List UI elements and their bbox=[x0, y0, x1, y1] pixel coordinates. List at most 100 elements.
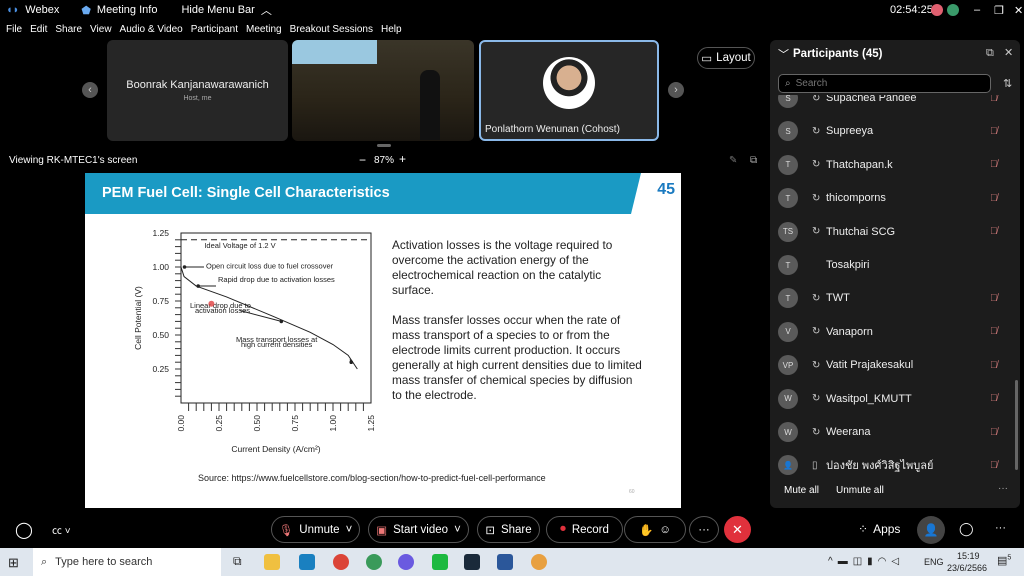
mic-muted-icon[interactable]: 🎙̸ bbox=[990, 360, 998, 371]
file-explorer-icon[interactable] bbox=[264, 554, 280, 570]
hide-menu-bar-button[interactable]: Hide Menu Bar bbox=[181, 4, 254, 16]
apps-button[interactable]: ⁘ Apps bbox=[858, 522, 900, 536]
meeting-info-button[interactable]: Meeting Info bbox=[97, 4, 158, 16]
raise-hand-reactions-button[interactable]: ✋ ☺ bbox=[624, 516, 686, 543]
restore-button[interactable]: ❐ bbox=[994, 4, 1004, 17]
unmute-button[interactable]: 🎙 Unmute ˅ bbox=[271, 516, 360, 543]
mic-muted-icon[interactable]: 🎙̸ bbox=[990, 326, 998, 337]
reactions-icon[interactable]: ◯ bbox=[15, 520, 33, 540]
menu-file[interactable]: File bbox=[6, 24, 22, 35]
mic-muted-icon[interactable]: 🎙̸ bbox=[990, 460, 998, 471]
more-button[interactable]: ··· bbox=[689, 516, 719, 543]
video-tile-room[interactable] bbox=[292, 40, 474, 141]
task-view-icon[interactable]: ⧉ bbox=[233, 554, 242, 569]
menu-share[interactable]: Share bbox=[55, 24, 82, 35]
leave-button[interactable]: ✕ bbox=[724, 516, 751, 543]
mic-muted-icon[interactable]: 🎙̸ bbox=[990, 159, 998, 170]
prev-videos-button[interactable]: ‹ bbox=[82, 82, 98, 98]
minimize-button[interactable]: – bbox=[974, 4, 980, 16]
pop-out-panel-icon[interactable]: ⧉ bbox=[986, 47, 994, 60]
mic-muted-icon[interactable]: 🎙̸ bbox=[990, 293, 998, 304]
next-videos-button[interactable]: › bbox=[668, 82, 684, 98]
menu-breakout[interactable]: Breakout Sessions bbox=[290, 24, 373, 35]
app-icon[interactable] bbox=[531, 554, 547, 570]
collapse-icon[interactable]: ﹀ bbox=[778, 46, 789, 62]
windows-start-icon[interactable]: ⊞ bbox=[8, 555, 19, 571]
taskbar-search[interactable]: ⌕ Type here to search bbox=[33, 548, 221, 576]
video-tile-host[interactable]: Boonrak Kanjanawarawanich Host, me bbox=[107, 40, 288, 141]
connection-icon: ↻ bbox=[812, 159, 821, 171]
avatar: T bbox=[778, 255, 798, 275]
search-input[interactable] bbox=[795, 78, 976, 89]
mic-muted-icon[interactable]: 🎙̸ bbox=[990, 427, 998, 438]
copilot-icon[interactable] bbox=[398, 554, 414, 570]
participant-row[interactable]: V ↻ Vanaporn 🎙̸ bbox=[778, 317, 1003, 347]
mic-muted-icon[interactable]: 🎙̸ bbox=[990, 393, 998, 404]
avatar: S bbox=[778, 95, 798, 108]
participant-row[interactable]: W ↻ Wasitpol_KMUTT 🎙̸ bbox=[778, 384, 1003, 414]
more-options-icon[interactable]: ··· bbox=[998, 483, 1008, 494]
participant-row[interactable]: T ↻ thicomporns 🎙̸ bbox=[778, 183, 1003, 213]
video-tile-cohost[interactable]: Ponlathorn Wenunan (Cohost) bbox=[479, 40, 659, 141]
mic-muted-icon[interactable]: 🎙̸ bbox=[990, 193, 998, 204]
participant-row[interactable]: S ↻ Supreeya 🎙̸ bbox=[778, 116, 1003, 146]
menu-edit[interactable]: Edit bbox=[30, 24, 47, 35]
pop-out-icon[interactable]: ⧉ bbox=[750, 155, 757, 166]
avatar: V bbox=[778, 321, 798, 342]
unmute-all-button[interactable]: Unmute all bbox=[836, 485, 884, 496]
resize-handle[interactable] bbox=[377, 144, 391, 147]
record-button[interactable]: ⏺ Record bbox=[546, 516, 623, 543]
close-window-button[interactable]: ✕ bbox=[1014, 4, 1023, 17]
menu-view[interactable]: View bbox=[90, 24, 112, 35]
mic-muted-icon[interactable]: 🎙̸ bbox=[990, 95, 998, 104]
share-button[interactable]: ⊡ Share bbox=[477, 516, 540, 543]
scrollbar[interactable] bbox=[1015, 380, 1018, 470]
zoom-out-button[interactable]: − bbox=[359, 153, 366, 167]
chevron-down-icon[interactable]: ˅ bbox=[346, 524, 353, 536]
annotate-icon[interactable]: ✎ bbox=[729, 155, 737, 166]
layout-button[interactable]: ▭ Layout bbox=[697, 47, 755, 69]
participant-name: Supachea Pandee bbox=[826, 95, 917, 104]
participant-search[interactable]: ⌕ bbox=[778, 74, 991, 93]
menu-help[interactable]: Help bbox=[381, 24, 402, 35]
start-video-button[interactable]: ▣ Start video ˅ bbox=[368, 516, 469, 543]
menu-audio-video[interactable]: Audio & Video bbox=[120, 24, 183, 35]
mic-muted-icon[interactable]: 🎙̸ bbox=[990, 226, 998, 237]
participant-row[interactable]: T ↻ Thatchapan.k 🎙̸ bbox=[778, 150, 1003, 180]
notification-icon[interactable]: ▤5 bbox=[997, 554, 1011, 567]
chevron-up-icon[interactable]: ︿ bbox=[261, 2, 272, 18]
mic-muted-icon[interactable]: 🎙̸ bbox=[990, 126, 998, 137]
menu-participant[interactable]: Participant bbox=[191, 24, 238, 35]
taskbar-date[interactable]: 23/6/2566 bbox=[947, 563, 987, 573]
chevron-down-icon[interactable]: ˅ bbox=[454, 524, 461, 536]
captions-icon[interactable]: ㏄ ˅ bbox=[52, 522, 71, 537]
l-app-icon[interactable] bbox=[299, 554, 315, 570]
chat-icon[interactable]: ◯ bbox=[959, 521, 974, 537]
avatar: T bbox=[778, 188, 798, 209]
participant-row[interactable]: W ↻ Weerana 🎙̸ bbox=[778, 417, 1003, 447]
mute-all-button[interactable]: Mute all bbox=[784, 485, 819, 496]
system-tray-icons[interactable]: ^▬◫▮◠◁ bbox=[828, 556, 904, 567]
webex-taskbar-icon[interactable] bbox=[464, 554, 480, 570]
menu-meeting[interactable]: Meeting bbox=[246, 24, 282, 35]
panel-more-icon[interactable]: ··· bbox=[995, 522, 1006, 534]
participants-toggle-button[interactable]: 👤 bbox=[917, 516, 945, 544]
language-indicator[interactable]: ENG bbox=[924, 557, 944, 567]
participant-row[interactable]: T Tosakpiri bbox=[778, 250, 1003, 280]
participant-row[interactable]: VP ↻ Vatit Prajakesakul 🎙̸ bbox=[778, 350, 1003, 380]
participant-row[interactable]: S ↻ Supachea Pandee 🎙̸ bbox=[778, 95, 1003, 113]
chrome-icon[interactable] bbox=[333, 554, 349, 570]
participant-row[interactable]: 👤 ▯ ปองชัย พงศ์วิสิฐไพบูลย์ 🎙̸ bbox=[778, 450, 1003, 480]
word-icon[interactable] bbox=[497, 554, 513, 570]
windows-taskbar: ⊞ ⌕ Type here to search ⧉ ^▬◫▮◠◁ ENG 15:1… bbox=[0, 548, 1024, 576]
participant-row[interactable]: T ↻ TWT 🎙̸ bbox=[778, 283, 1003, 313]
line-icon[interactable] bbox=[432, 554, 448, 570]
taskbar-time[interactable]: 15:19 bbox=[957, 551, 980, 561]
zoom-in-button[interactable]: + bbox=[399, 152, 406, 166]
sort-icon[interactable]: ⇅ bbox=[1003, 77, 1012, 90]
close-panel-icon[interactable]: ✕ bbox=[1004, 46, 1013, 59]
participant-name: TWT bbox=[826, 292, 850, 305]
participant-row[interactable]: TS ↻ Thutchai SCG 🎙̸ bbox=[778, 217, 1003, 247]
browser-icon[interactable] bbox=[366, 554, 382, 570]
share-label: Share bbox=[500, 523, 532, 536]
